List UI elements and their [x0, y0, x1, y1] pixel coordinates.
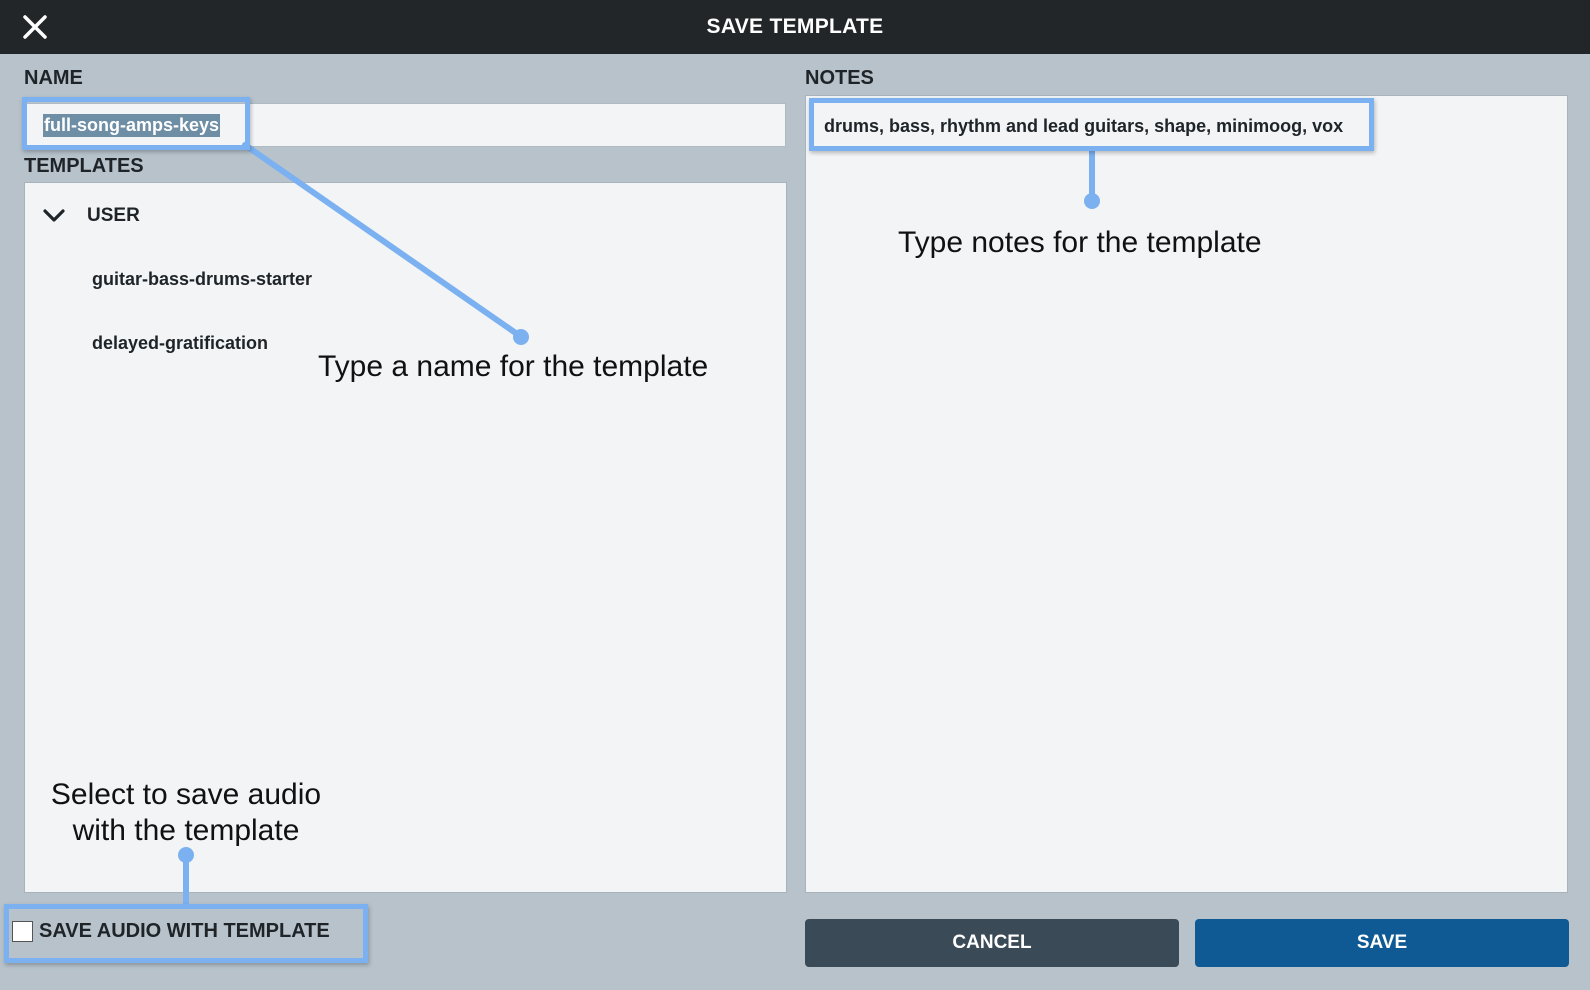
name-highlight-box	[22, 97, 250, 150]
notes-callout-dot	[1084, 193, 1100, 209]
audio-callout-text: Select to save audio with the template	[0, 777, 372, 849]
audio-callout-line2: with the template	[72, 814, 300, 847]
audio-callout-line1: Select to save audio	[50, 778, 322, 811]
audio-callout-dot	[178, 847, 194, 863]
notes-callout-text: Type notes for the template	[898, 226, 1262, 259]
name-callout-line	[242, 142, 523, 339]
name-callout-dot	[513, 329, 529, 345]
notes-highlight-box	[809, 98, 1374, 151]
audio-highlight-box	[4, 904, 368, 963]
name-callout-text: Type a name for the template	[318, 350, 709, 383]
